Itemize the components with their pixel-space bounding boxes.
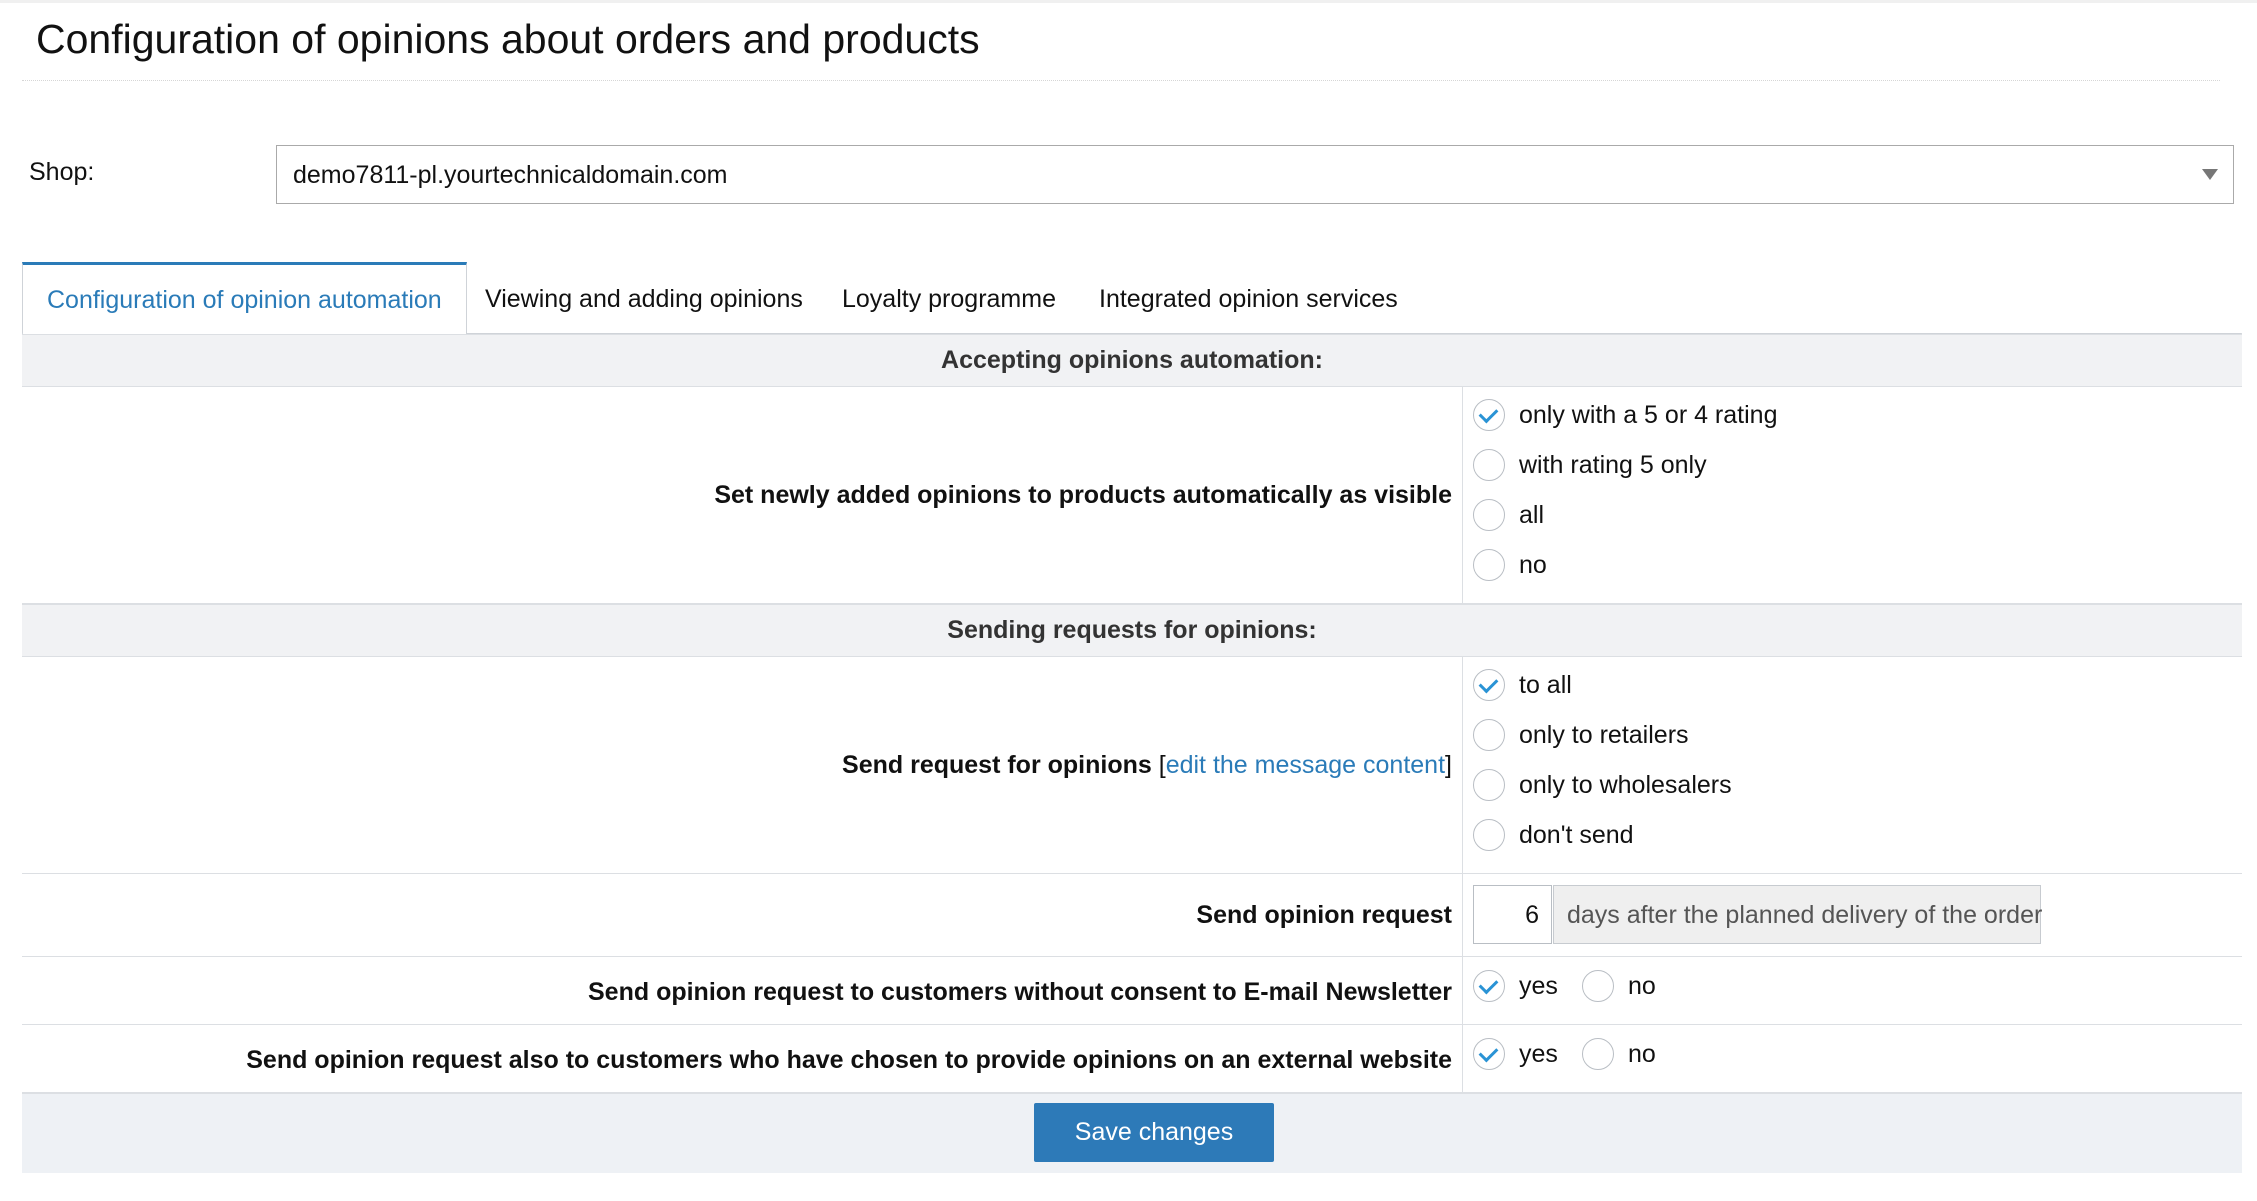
row-visible-opinions: Set newly added opinions to products aut… (22, 387, 2242, 604)
send-request-label: Send request for opinions [edit the mess… (842, 751, 1452, 780)
shop-label: Shop: (29, 158, 95, 186)
radio-option-dont-send[interactable]: don't send (1473, 818, 1634, 852)
radio-option-wholesalers[interactable]: only to wholesalers (1473, 768, 1732, 802)
tab-integrated-opinion-services[interactable]: Integrated opinion services (1099, 262, 1398, 334)
radio-icon[interactable] (1473, 499, 1505, 531)
row-newsletter-consent: Send opinion request to customers withou… (22, 957, 2242, 1025)
radio-icon[interactable] (1473, 769, 1505, 801)
top-border (0, 0, 2257, 3)
option-label: yes (1519, 971, 1558, 1000)
title-divider (22, 80, 2220, 81)
option-label: only to wholesalers (1519, 770, 1732, 799)
option-label: yes (1519, 1039, 1558, 1068)
row-external-website: Send opinion request also to customers w… (22, 1025, 2242, 1093)
chevron-down-icon (2202, 169, 2218, 180)
days-input[interactable]: 6 (1473, 885, 1552, 944)
bracket-open: [ (1158, 751, 1166, 779)
days-suffix: days after the planned delivery of the o… (1553, 885, 2042, 944)
radio-checked-icon[interactable] (1473, 970, 1505, 1002)
label-cell: Send opinion request also to customers w… (22, 1025, 1463, 1092)
option-label: only to retailers (1519, 720, 1689, 749)
radio-consent-yes[interactable]: yes (1473, 969, 1558, 1003)
shop-select-value: demo7811-pl.yourtechnicaldomain.com (293, 161, 728, 189)
option-label: to all (1519, 670, 1572, 699)
radio-icon[interactable] (1582, 970, 1614, 1002)
radio-option-retailers[interactable]: only to retailers (1473, 718, 1689, 752)
edit-message-content-link[interactable]: edit the message content (1166, 751, 1445, 779)
bracket-close: ] (1445, 751, 1452, 779)
tab-bar: Configuration of opinion automation View… (22, 262, 2242, 335)
radio-icon[interactable] (1473, 449, 1505, 481)
label-cell: Send opinion request (22, 874, 1463, 956)
tab-loyalty-programme[interactable]: Loyalty programme (842, 262, 1056, 334)
radio-checked-icon[interactable] (1473, 669, 1505, 701)
radio-checked-icon[interactable] (1473, 399, 1505, 431)
radio-icon[interactable] (1473, 719, 1505, 751)
radio-icon[interactable] (1582, 1038, 1614, 1070)
radio-consent-no[interactable]: no (1582, 969, 1656, 1003)
option-label: no (1628, 971, 1656, 1000)
tab-configuration-of-opinion-automation[interactable]: Configuration of opinion automation (22, 262, 467, 335)
option-label: with rating 5 only (1519, 450, 1707, 479)
visible-opinions-label: Set newly added opinions to products aut… (714, 481, 1452, 509)
form-footer: Save changes (22, 1093, 2242, 1173)
radio-option-to-all[interactable]: to all (1473, 668, 1572, 702)
radio-external-no[interactable]: no (1582, 1037, 1656, 1071)
section-header-accepting: Accepting opinions automation: (22, 334, 2242, 387)
option-label: no (1628, 1039, 1656, 1068)
option-label: only with a 5 or 4 rating (1519, 400, 1778, 429)
send-request-label-text: Send request for opinions (842, 751, 1152, 779)
label-cell: Send request for opinions [edit the mess… (22, 657, 1463, 873)
label-cell: Set newly added opinions to products aut… (22, 387, 1463, 603)
save-changes-button[interactable]: Save changes (1034, 1103, 1274, 1162)
radio-external-yes[interactable]: yes (1473, 1037, 1558, 1071)
label-cell: Send opinion request to customers withou… (22, 957, 1463, 1024)
shop-select[interactable]: demo7811-pl.yourtechnicaldomain.com (276, 145, 2234, 204)
newsletter-consent-label: Send opinion request to customers withou… (588, 978, 1452, 1006)
days-label: Send opinion request (1196, 901, 1452, 929)
radio-option-rating-5[interactable]: with rating 5 only (1473, 448, 1707, 482)
page-title: Configuration of opinions about orders a… (36, 16, 980, 62)
option-label: no (1519, 550, 1547, 579)
tab-viewing-and-adding-opinions[interactable]: Viewing and adding opinions (485, 262, 803, 334)
radio-option-all[interactable]: all (1473, 498, 1544, 532)
radio-icon[interactable] (1473, 549, 1505, 581)
row-send-request: Send request for opinions [edit the mess… (22, 657, 2242, 874)
option-label: all (1519, 500, 1545, 529)
radio-checked-icon[interactable] (1473, 1038, 1505, 1070)
radio-option-5-or-4[interactable]: only with a 5 or 4 rating (1473, 398, 1777, 432)
section-header-sending: Sending requests for opinions: (22, 604, 2242, 657)
external-website-label: Send opinion request also to customers w… (246, 1046, 1452, 1074)
option-label: don't send (1519, 820, 1634, 849)
radio-option-no[interactable]: no (1473, 548, 1547, 582)
radio-icon[interactable] (1473, 819, 1505, 851)
